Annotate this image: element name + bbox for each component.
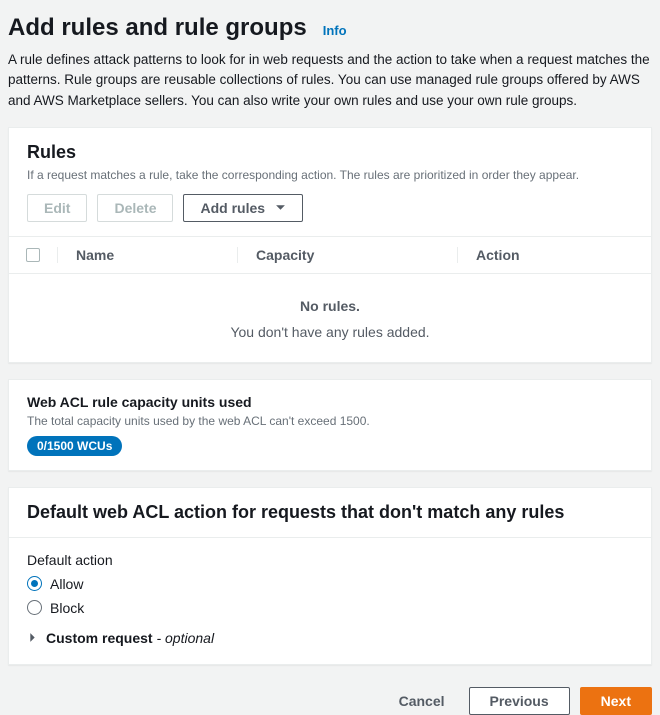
table-header: Name Capacity Action bbox=[9, 236, 651, 274]
empty-state: No rules. You don't have any rules added… bbox=[9, 274, 651, 362]
add-rules-label: Add rules bbox=[200, 200, 265, 216]
radio-block-label: Block bbox=[50, 600, 84, 616]
default-action-title: Default web ACL action for requests that… bbox=[27, 502, 633, 523]
capacity-title: Web ACL rule capacity units used bbox=[27, 394, 633, 410]
capacity-desc: The total capacity units used by the web… bbox=[27, 414, 633, 428]
radio-allow-label: Allow bbox=[50, 576, 83, 592]
footer: Cancel Previous Next bbox=[8, 681, 652, 715]
delete-button: Delete bbox=[97, 194, 173, 222]
radio-block[interactable]: Block bbox=[27, 600, 633, 616]
rules-panel-subtitle: If a request matches a rule, take the co… bbox=[27, 167, 633, 184]
select-all-checkbox[interactable] bbox=[26, 248, 40, 262]
edit-button: Edit bbox=[27, 194, 87, 222]
capacity-panel: Web ACL rule capacity units used The tot… bbox=[8, 379, 652, 471]
caret-right-icon bbox=[27, 630, 38, 646]
page-description: A rule defines attack patterns to look f… bbox=[8, 50, 652, 111]
col-capacity: Capacity bbox=[237, 247, 457, 263]
capacity-badge: 0/1500 WCUs bbox=[27, 436, 122, 456]
empty-title: No rules. bbox=[9, 298, 651, 314]
page-title: Add rules and rule groups bbox=[8, 14, 307, 42]
custom-request-expand[interactable]: Custom request - optional bbox=[27, 630, 633, 646]
rules-panel: Rules If a request matches a rule, take … bbox=[8, 127, 652, 363]
info-link[interactable]: Info bbox=[323, 23, 347, 38]
radio-allow[interactable]: Allow bbox=[27, 576, 633, 592]
empty-desc: You don't have any rules added. bbox=[9, 324, 651, 340]
caret-down-icon bbox=[275, 200, 286, 216]
default-action-panel: Default web ACL action for requests that… bbox=[8, 487, 652, 665]
col-name: Name bbox=[57, 247, 237, 263]
previous-button[interactable]: Previous bbox=[469, 687, 570, 715]
default-action-label: Default action bbox=[27, 552, 633, 568]
custom-request-label: Custom request - optional bbox=[46, 630, 214, 646]
col-action: Action bbox=[457, 247, 651, 263]
next-button[interactable]: Next bbox=[580, 687, 652, 715]
rules-panel-title: Rules bbox=[27, 142, 633, 163]
add-rules-button[interactable]: Add rules bbox=[183, 194, 303, 222]
cancel-button[interactable]: Cancel bbox=[385, 688, 459, 714]
radio-block-input[interactable] bbox=[27, 600, 42, 615]
radio-allow-input[interactable] bbox=[27, 576, 42, 591]
